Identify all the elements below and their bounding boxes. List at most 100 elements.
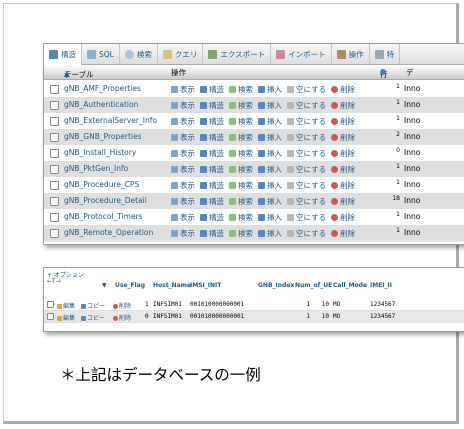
- row-checkbox[interactable]: [47, 301, 54, 309]
- row-action-5[interactable]: 削除: [331, 164, 355, 175]
- row-action-0[interactable]: 表示: [171, 100, 195, 111]
- row-action-2[interactable]: 検索: [229, 164, 253, 175]
- row-action-4[interactable]: 空にする: [287, 228, 326, 239]
- column-header-call-mode[interactable]: Call_Mode: [333, 282, 367, 289]
- tab-query[interactable]: クエリ: [158, 44, 204, 64]
- table-name-link[interactable]: gNB_PktGen_Info: [64, 164, 128, 173]
- row-action-0[interactable]: 表示: [171, 212, 195, 223]
- column-header-host-name[interactable]: Host_Name: [153, 282, 191, 289]
- row-action-4[interactable]: 空にする: [287, 148, 326, 159]
- row-action-2[interactable]: 検索: [229, 212, 253, 223]
- row-action-1[interactable]: 構造: [200, 132, 224, 143]
- row-action-3[interactable]: 挿入: [258, 100, 282, 111]
- row-action-5[interactable]: 削除: [331, 212, 355, 223]
- row-action-5[interactable]: 削除: [331, 196, 355, 207]
- row-action-5[interactable]: 削除: [331, 148, 355, 159]
- delete-link[interactable]: 削除: [113, 313, 131, 322]
- table-name-link[interactable]: gNB_Procedure_CPS: [64, 180, 139, 189]
- tab-search[interactable]: 検索: [120, 44, 158, 64]
- checkbox[interactable]: [47, 301, 54, 308]
- row-action-1[interactable]: 構造: [200, 212, 224, 223]
- row-action-1[interactable]: 構造: [200, 116, 224, 127]
- edit-link[interactable]: 編集: [57, 301, 75, 310]
- table-name-link[interactable]: gNB_ExternalServer_Info: [64, 116, 157, 125]
- row-checkbox[interactable]: [50, 149, 59, 158]
- row-checkbox[interactable]: [47, 313, 54, 321]
- tab-sql[interactable]: SQL: [82, 44, 120, 64]
- row-action-4[interactable]: 空にする: [287, 132, 326, 143]
- row-checkbox[interactable]: [50, 117, 59, 126]
- row-action-1[interactable]: 構造: [200, 84, 224, 95]
- column-header-imei[interactable]: IMEI_II: [370, 282, 392, 289]
- row-action-0[interactable]: 表示: [171, 132, 195, 143]
- table-name-link[interactable]: gNB_Procedure_Detail: [64, 196, 147, 205]
- row-action-1[interactable]: 構造: [200, 196, 224, 207]
- column-header-num-of-ue[interactable]: Num_of_UE: [295, 282, 332, 289]
- row-action-2[interactable]: 検索: [229, 148, 253, 159]
- copy-link[interactable]: コピー: [81, 313, 105, 322]
- copy-link[interactable]: コピー: [81, 301, 105, 310]
- tab-export[interactable]: エクスポート: [203, 44, 272, 64]
- tab-structure[interactable]: 構造: [44, 44, 82, 65]
- row-action-2[interactable]: 検索: [229, 196, 253, 207]
- row-action-2[interactable]: 検索: [229, 180, 253, 191]
- row-action-2[interactable]: 検索: [229, 84, 253, 95]
- row-action-3[interactable]: 挿入: [258, 132, 282, 143]
- row-action-0[interactable]: 表示: [171, 228, 195, 239]
- row-action-4[interactable]: 空にする: [287, 180, 326, 191]
- column-nav-arrows[interactable]: ←T→: [47, 278, 61, 285]
- row-action-0[interactable]: 表示: [171, 148, 195, 159]
- dropdown-arrow-icon[interactable]: ▼: [102, 282, 107, 289]
- row-checkbox[interactable]: [50, 181, 59, 190]
- table-name-link[interactable]: gNB_AMF_Properties: [64, 84, 141, 93]
- table-name-link[interactable]: gNB_GNB_Properties: [64, 132, 142, 141]
- row-action-0[interactable]: 表示: [171, 164, 195, 175]
- table-name-link[interactable]: gNB_Authentication: [64, 100, 138, 109]
- row-action-3[interactable]: 挿入: [258, 180, 282, 191]
- row-checkbox[interactable]: [50, 165, 59, 174]
- table-name-link[interactable]: gNB_Install_History: [64, 148, 136, 157]
- row-checkbox[interactable]: [50, 229, 59, 238]
- table-name-link[interactable]: gNB_Remote_Operation: [64, 228, 153, 237]
- edit-link[interactable]: 編集: [57, 313, 75, 322]
- row-action-2[interactable]: 検索: [229, 100, 253, 111]
- help-icon[interactable]: [380, 69, 386, 75]
- row-action-3[interactable]: 挿入: [258, 212, 282, 223]
- row-action-5[interactable]: 削除: [331, 116, 355, 127]
- column-header-imsi-init[interactable]: IMSI_INIT: [190, 282, 221, 289]
- row-action-0[interactable]: 表示: [171, 116, 195, 127]
- row-checkbox[interactable]: [50, 85, 59, 94]
- row-action-4[interactable]: 空にする: [287, 84, 326, 95]
- row-action-4[interactable]: 空にする: [287, 100, 326, 111]
- row-action-1[interactable]: 構造: [200, 148, 224, 159]
- row-action-1[interactable]: 構造: [200, 164, 224, 175]
- row-checkbox[interactable]: [50, 133, 59, 142]
- row-action-3[interactable]: 挿入: [258, 228, 282, 239]
- row-action-3[interactable]: 挿入: [258, 148, 282, 159]
- row-action-1[interactable]: 構造: [200, 180, 224, 191]
- row-checkbox[interactable]: [50, 101, 59, 110]
- row-action-5[interactable]: 削除: [331, 180, 355, 191]
- delete-link[interactable]: 削除: [113, 301, 131, 310]
- row-checkbox[interactable]: [50, 213, 59, 222]
- row-action-2[interactable]: 検索: [229, 228, 253, 239]
- row-action-1[interactable]: 構造: [200, 228, 224, 239]
- tab-operations[interactable]: 操作: [332, 44, 370, 64]
- row-action-4[interactable]: 空にする: [287, 116, 326, 127]
- checkbox[interactable]: [47, 313, 54, 320]
- row-action-5[interactable]: 削除: [331, 132, 355, 143]
- row-action-2[interactable]: 検索: [229, 132, 253, 143]
- row-action-0[interactable]: 表示: [171, 180, 195, 191]
- row-action-4[interactable]: 空にする: [287, 164, 326, 175]
- row-action-3[interactable]: 挿入: [258, 164, 282, 175]
- column-header-gnb-index[interactable]: GNB_Index: [258, 282, 294, 289]
- tab-import[interactable]: インポート: [271, 44, 332, 64]
- row-action-3[interactable]: 挿入: [258, 116, 282, 127]
- row-action-0[interactable]: 表示: [171, 84, 195, 95]
- row-action-4[interactable]: 空にする: [287, 212, 326, 223]
- row-action-3[interactable]: 挿入: [258, 196, 282, 207]
- table-name-link[interactable]: gNB_Protocol_Timers: [64, 212, 143, 221]
- row-action-0[interactable]: 表示: [171, 196, 195, 207]
- row-action-1[interactable]: 構造: [200, 100, 224, 111]
- row-action-3[interactable]: 挿入: [258, 84, 282, 95]
